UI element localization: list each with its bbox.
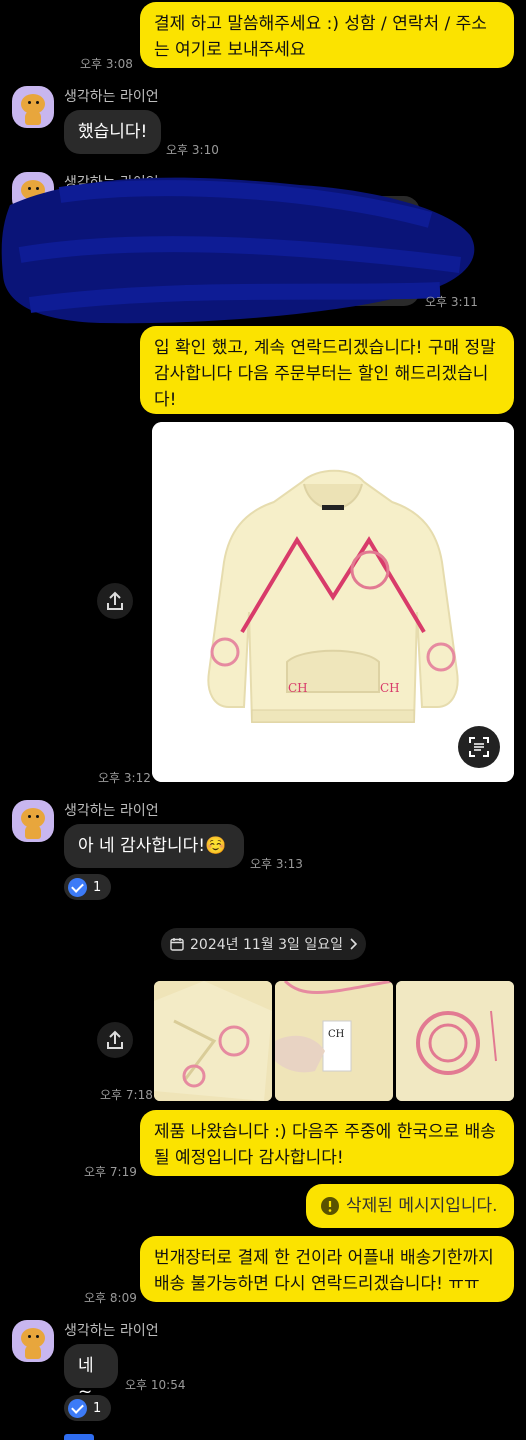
- check-circle-icon: [68, 877, 87, 897]
- sender-name: 생각하는 라이언: [64, 89, 159, 105]
- product-photo[interactable]: [396, 981, 514, 1101]
- date-divider[interactable]: 2024년 11월 3일 일요일: [161, 928, 366, 960]
- share-button[interactable]: [97, 583, 133, 619]
- message-text: 번개장터로 결제 한 건이라 어플내 배송기한까지 배송 불가능하면 다시 연락…: [154, 1248, 494, 1294]
- svg-text:CH: CH: [380, 681, 400, 695]
- message-text: 결제 하고 말씀해주세요 :) 성함 / 연락처 / 주소는 여기로 보내주세요: [154, 14, 487, 60]
- message-time: 오후 7:19: [84, 1165, 137, 1179]
- redaction-scribble: [1, 177, 475, 324]
- product-photo[interactable]: [154, 981, 272, 1101]
- check-circle-icon: [68, 1398, 87, 1418]
- svg-text:CH: CH: [288, 681, 308, 695]
- share-icon: [107, 591, 123, 610]
- message-bubble-sent[interactable]: 결제 하고 말씀해주세요 :) 성함 / 연락처 / 주소는 여기로 보내주세요: [140, 2, 514, 68]
- message-time: 오후 3:08: [80, 57, 133, 71]
- avatar[interactable]: [12, 1320, 54, 1362]
- message-time: 오후 3:11: [425, 295, 478, 309]
- next-message-edge: [64, 1434, 94, 1440]
- message-time: 오후 3:13: [250, 857, 303, 871]
- message-bubble-sent[interactable]: 제품 나왔습니다 :) 다음주 주중에 한국으로 배송 될 예정입니다 감사합니…: [140, 1110, 514, 1176]
- message-bubble-received[interactable]: 아 네 감사합니다!☺️: [64, 824, 244, 868]
- message-time: 오후 8:09: [84, 1291, 137, 1305]
- message-bubble-received[interactable]: 네~: [64, 1344, 118, 1402]
- scan-text-icon: [469, 737, 489, 757]
- sender-name: 생각하는 라이언: [64, 1323, 159, 1339]
- share-button[interactable]: [97, 1022, 133, 1058]
- hoodie-photo[interactable]: CH CH: [152, 422, 514, 782]
- reaction-count: 1: [93, 1400, 102, 1416]
- date-text: 2024년 11월 3일 일요일: [190, 937, 343, 953]
- share-icon: [107, 1030, 123, 1049]
- message-text: 했습니다!: [78, 122, 148, 142]
- product-photo-image: [396, 981, 514, 1101]
- warning-icon: [321, 1197, 339, 1215]
- reaction-count: 1: [93, 879, 102, 895]
- message-time: 오후 7:18: [100, 1088, 153, 1102]
- product-photo-image: [154, 981, 272, 1101]
- product-photo[interactable]: CH: [275, 981, 393, 1101]
- deleted-message-bubble[interactable]: 삭제된 메시지입니다.: [306, 1184, 514, 1228]
- deleted-message-text: 삭제된 메시지입니다.: [346, 1196, 498, 1216]
- reaction-badge[interactable]: 1: [64, 1395, 112, 1421]
- svg-text:CH: CH: [328, 1029, 345, 1040]
- message-bubble-sent[interactable]: 번개장터로 결제 한 건이라 어플내 배송기한까지 배송 불가능하면 다시 연락…: [140, 1236, 514, 1302]
- avatar[interactable]: [12, 86, 54, 128]
- message-time: 오후 10:54: [125, 1378, 186, 1392]
- calendar-icon: [170, 938, 184, 951]
- chevron-right-icon: [350, 938, 357, 950]
- message-bubble-received[interactable]: 했습니다!: [64, 110, 162, 154]
- message-bubble-sent[interactable]: 입 확인 했고, 계속 연락드리겠습니다! 구매 정말 감사합니다 다음 주문부…: [140, 326, 514, 414]
- message-text: 입 확인 했고, 계속 연락드리겠습니다! 구매 정말 감사합니다 다음 주문부…: [154, 338, 496, 410]
- avatar[interactable]: [12, 800, 54, 842]
- sender-name: 생각하는 라이언: [64, 803, 159, 819]
- product-photo-image: CH: [275, 981, 393, 1101]
- message-time: 오후 3:12: [98, 771, 151, 785]
- message-time: 오후 3:10: [166, 143, 219, 157]
- scan-text-button[interactable]: [458, 726, 500, 768]
- message-text: 제품 나왔습니다 :) 다음주 주중에 한국으로 배송 될 예정입니다 감사합니…: [154, 1122, 496, 1168]
- reaction-badge[interactable]: 1: [64, 874, 112, 900]
- message-text: 아 네 감사합니다!☺️: [78, 836, 227, 856]
